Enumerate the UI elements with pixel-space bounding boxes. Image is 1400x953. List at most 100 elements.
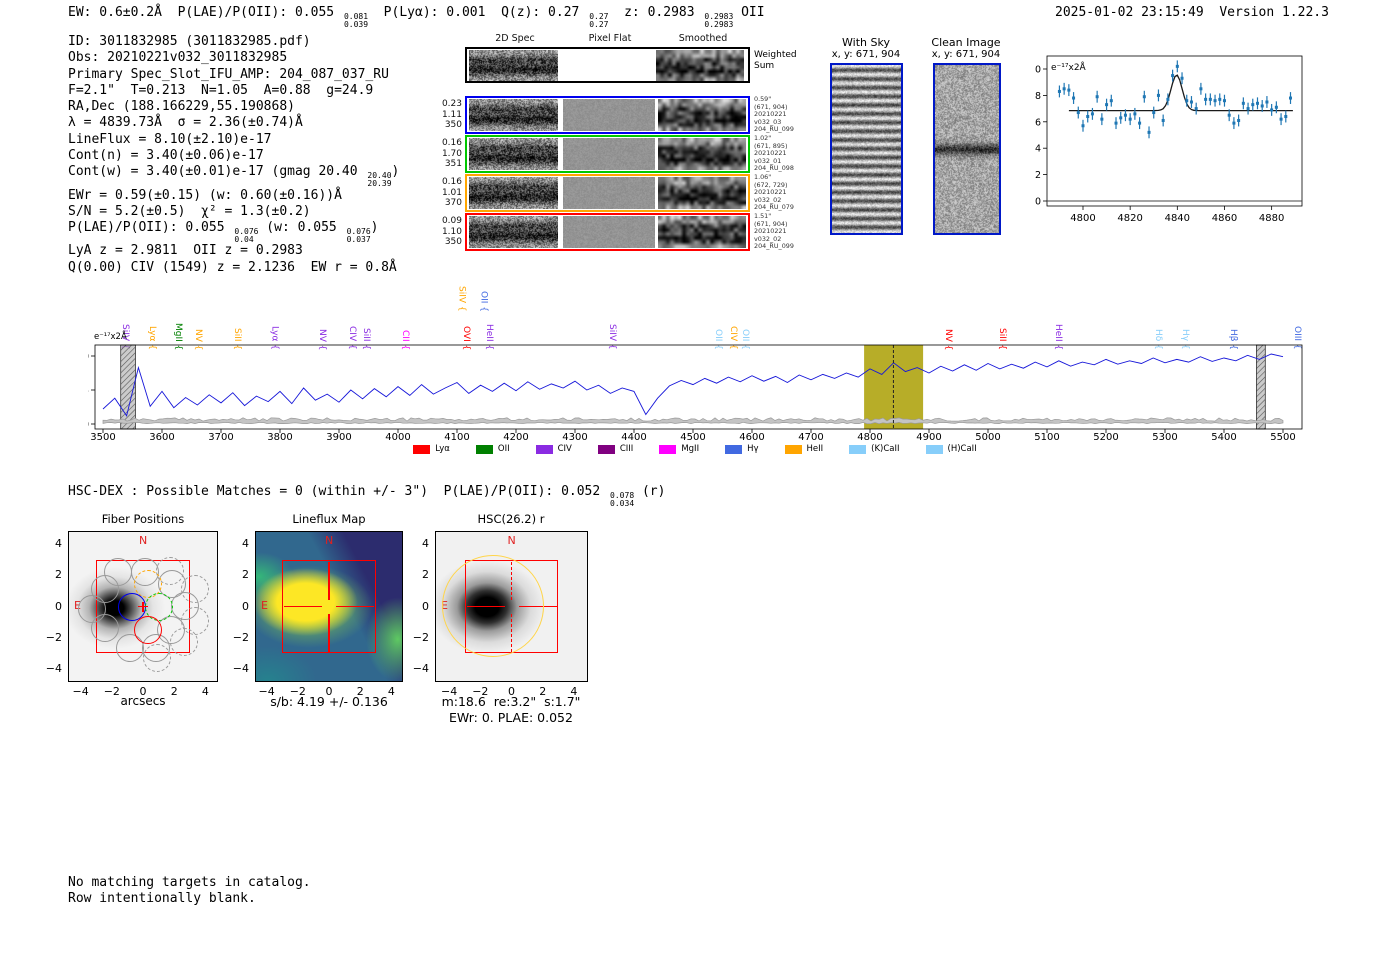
main-xtick-label: 5200 [1093,432,1119,443]
weighted-sum-2d-spec [465,47,750,83]
data-point [1284,115,1288,119]
fiber-circle [143,643,172,672]
lineflux-caption: s/b: 4.19 +/- 0.136 [270,694,388,709]
footer-note: Row intentionally blank. [68,891,256,907]
fiber-row-annotation: 1.51" (671, 904) 20210221 v032_02 204_RU_099 [754,212,794,251]
legend-swatch [475,444,493,454]
fiber-weight-value: 1.11 [441,109,462,120]
data-point [1204,97,1208,101]
panel-ytick-label: 2 [422,568,429,582]
stacked-uncertainty: 0.081 0.039 [343,12,369,29]
legend-label: (H)CaII [947,444,977,454]
info-line: LineFlux = 8.10(±2.10)e-17 [68,131,272,147]
data-point [1072,96,1076,100]
main-xtick-label: 4300 [562,432,588,443]
fiber-circle [90,614,119,643]
with-sky-image [830,63,903,235]
legend-swatch [413,444,431,454]
legend-label: MgII [681,444,700,454]
main-xtick-label: 5300 [1152,432,1178,443]
spectral-line-label: Hδ { [1152,270,1164,350]
legend-swatch [849,444,867,454]
spec2d-col-title-3: Smoothed [678,33,728,44]
data-point [1208,97,1212,101]
fiber-smoothed-image [658,216,746,248]
crosshair-right [336,605,374,608]
zoom-xtick-label: 4820 [1117,213,1142,224]
data-point [1237,118,1241,122]
zoom-xtick-label: 4860 [1212,213,1237,224]
fiber-pixel-flat-image [563,138,655,170]
fiber-annotation-line: 204_RU_079 [754,203,794,212]
zoom-ytick-label: 8 [1035,91,1041,102]
selected-fiber-circle [133,615,162,644]
info-line: Primary Spec_Slot_IFU_AMP: 204_087_037_R… [68,66,389,82]
fiber-smoothed-image [658,99,746,131]
data-point [1100,117,1104,121]
fiber-2d-spec-image [469,99,558,131]
panel-ytick-label: 0 [422,599,429,613]
with-sky-noise-image [832,65,901,233]
legend-swatch [925,444,943,454]
spectral-line-label-text: SiIV { [456,286,467,312]
zoom-ytick-label: 4 [1035,144,1041,155]
main-xtick-label: 5000 [975,432,1001,443]
fiber-row-annotation: 0.59" (671, 904) 20210221 v032_03 204_RU_099 [754,95,794,134]
with-sky-coords: x, y: 671, 904 [831,49,901,60]
fiber-smoothed-image [658,177,746,209]
panel-ytick-label: 2 [55,568,62,582]
data-point [1062,87,1066,91]
data-point [1260,104,1264,108]
main-xtick-label: 3700 [208,432,234,443]
fiber-row-weights: 0.16 1.01 370 [438,177,462,209]
spectral-line-label: NV { [192,270,204,350]
sky-noise-band [102,417,1284,425]
spectral-line-label: MgII { [172,270,184,350]
info-line: Q(0.00) CIV (1549) z = 2.1236 EW r = 0.8… [68,259,397,275]
spectral-line-label: SiII { [231,270,243,350]
data-point [1218,97,1222,101]
legend-label: HeII [806,444,824,454]
fiber-annotation-line: 204_RU_099 [754,125,794,134]
fiber-weight-value: 0.16 [441,177,462,187]
report-timestamp-version: 2025-01-02 23:15:49 Version 1.22.3 [1055,5,1329,20]
fiber-weight-value: 0.23 [441,99,462,109]
full-spectrum-plot: 0 5 10 [88,344,1303,433]
hsc-caption-2: EWr: 0. PLAE: 0.052 [449,710,573,725]
spectral-line-label: HeII { [1052,270,1064,350]
weighted-sum-label: Weighted Sum [754,50,797,71]
data-point [1180,76,1184,80]
legend-item: (K)CaII [849,444,900,454]
data-point [1109,99,1113,103]
main-xtick-label: 5500 [1270,432,1296,443]
zoom-ytick-label: 10 [1035,65,1041,76]
crosshair-bottom [328,613,330,652]
spectral-line-label: OII { [712,270,724,350]
data-point [1255,101,1259,105]
data-point [1076,111,1080,115]
panel-ytick-label: 2 [242,568,249,582]
panel-xtick-label: −4 [72,685,89,698]
data-point [1279,117,1283,121]
fiber-row-weights: 0.09 1.10 350 [438,216,462,248]
legend-label: CIV [557,444,572,454]
fiber-pixel-flat-image [563,177,655,209]
panel-xtick-label: 2 [170,685,178,698]
panel-xtick-label: 4 [387,685,395,698]
info-line: S/N = 5.2(±0.5) χ² = 1.3(±0.2) [68,203,311,219]
data-point [1147,130,1151,134]
info-line: Cont(w) = 3.40(±0.01)e-17 (gmag 20.40 20… [68,164,400,188]
data-point [1270,108,1274,112]
data-point [1123,113,1127,117]
legend-item: CIV [535,444,572,454]
main-xtick-label: 4600 [739,432,765,443]
fiber-annotation-line: 204_RU_099 [754,242,794,251]
legend-swatch [535,444,553,454]
main-xtick-label: 4500 [680,432,706,443]
fiber-row-weights: 0.16 1.70 351 [438,138,462,170]
panel-xtick-label: 4 [201,685,209,698]
data-point [1227,113,1231,117]
spectral-line-label: NV { [316,270,328,350]
main-plot-unit-label: e⁻¹⁷x2Å [94,332,127,342]
info-line: F=2.1" T=0.213 N=1.05 A=0.88 g=24.9 [68,82,374,98]
